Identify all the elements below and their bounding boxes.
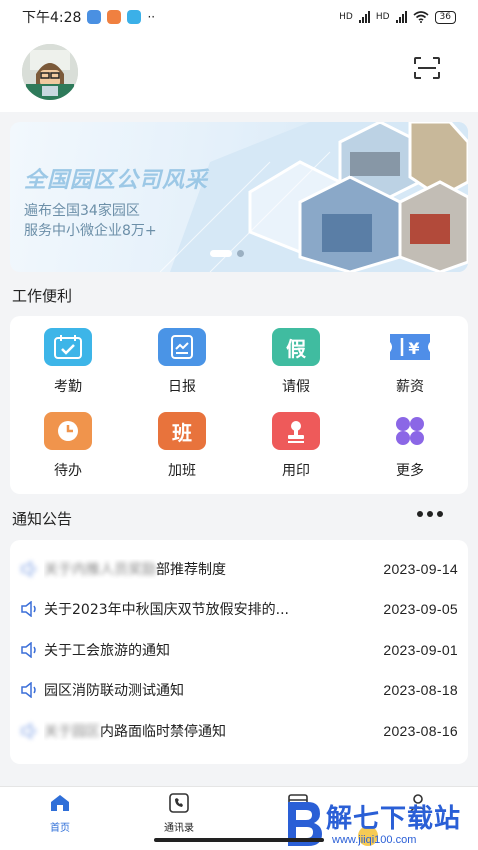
overtime-icon: 班 [158, 412, 206, 450]
network-label: HD [375, 12, 390, 22]
speaker-icon [21, 723, 36, 739]
notice-date: 2023-09-01 [383, 642, 458, 658]
notice-date: 2023-08-18 [383, 682, 458, 698]
grid-label: 用印 [282, 463, 310, 479]
grid-label: 日报 [168, 379, 196, 395]
grid-label: 更多 [396, 463, 424, 479]
nav-item-contacts[interactable]: 通讯录 [139, 793, 219, 834]
section-title-work: 工作便利 [12, 287, 73, 305]
notice-title: 关于内推人员奖励部推荐制度 [44, 559, 348, 579]
carousel-dot-active [210, 250, 232, 257]
notice-title: 园区消防联动测试通知 [44, 683, 184, 699]
banner-title: 全国园区公司风采 [24, 168, 209, 193]
app-notification-icon [107, 10, 122, 24]
grid-item-more[interactable]: 更多 [360, 412, 460, 492]
svg-text:¥: ¥ [408, 339, 419, 358]
notice-title: 关于工会旅游的通知 [44, 643, 170, 659]
notice-title: 关于2023年中秋国庆双节放假安排的... [44, 602, 289, 618]
grid-label: 考勤 [54, 379, 82, 395]
grid-item-stamp[interactable]: 用印 [246, 412, 346, 492]
notice-item[interactable]: 园区消防联动测试通知 2023-08-18 [10, 670, 468, 710]
header [0, 34, 478, 112]
signal-icon [358, 11, 370, 23]
carousel-dot [237, 250, 244, 257]
notice-title: 关于园区内路面临时禁停通知 [44, 721, 348, 741]
more-notifications-icon: ·· [147, 10, 156, 24]
grid-item-overtime[interactable]: 班 加班 [132, 412, 232, 492]
notice-date: 2023-09-14 [383, 561, 458, 577]
notice-title-hidden: 关于内推人员奖励 [44, 562, 156, 578]
clock-icon [44, 412, 92, 450]
carousel-indicator [210, 250, 244, 257]
notice-title-hidden: 关于园区 [44, 724, 100, 740]
notice-date: 2023-08-16 [383, 723, 458, 739]
notice-list: 关于内推人员奖励部推荐制度 2023-09-14 关于2023年中秋国庆双节放假… [10, 540, 468, 764]
grid-label: 薪资 [396, 379, 424, 395]
speaker-icon [21, 682, 36, 698]
banner-subtitle: 服务中小微企业8万+ [24, 223, 157, 239]
status-time: 下午4:28 [22, 10, 82, 26]
user-avatar[interactable] [22, 44, 78, 100]
grid-item-daily-report[interactable]: 日报 [132, 328, 232, 408]
notice-title-visible: 部推荐制度 [156, 562, 226, 578]
nav-label-home: 首页 [50, 823, 70, 834]
notice-item[interactable]: 关于园区内路面临时禁停通知 2023-08-16 [10, 711, 468, 751]
more-grid-icon [386, 412, 434, 450]
grid-label: 请假 [282, 379, 310, 395]
home-icon [51, 795, 69, 811]
signal-icon [395, 11, 407, 23]
speaker-icon [21, 561, 36, 577]
status-bar: 下午4:28 ·· HD HD 36 [0, 0, 478, 34]
watermark-url: www.jiiqi100.com [332, 834, 417, 846]
avatar-illustration-icon [22, 44, 78, 100]
banner-subtitle: 遍布全国34家园区 [24, 203, 140, 219]
home-indicator[interactable] [154, 838, 324, 842]
stamp-icon [272, 412, 320, 450]
network-label: HD [339, 12, 353, 22]
grid-label: 加班 [168, 463, 196, 479]
section-title-notices: 通知公告 [12, 510, 73, 528]
nav-label-contacts: 通讯录 [164, 823, 194, 834]
app-notification-icon [87, 10, 102, 24]
calendar-check-icon [44, 328, 92, 366]
grid-label: 待办 [54, 463, 82, 479]
salary-ticket-icon: ¥ [386, 328, 434, 366]
speaker-icon [21, 601, 36, 617]
contacts-phone-icon [169, 793, 189, 813]
battery-indicator: 36 [434, 10, 456, 24]
watermark-brand: 解七下载站 [326, 804, 462, 834]
leave-icon: 假 [272, 328, 320, 366]
grid-item-attendance[interactable]: 考勤 [18, 328, 118, 408]
work-grid: 考勤 日报 假 请假 ¥ 薪资 待办 班 加班 用印 更多 [10, 316, 468, 494]
status-right: HD HD 36 [339, 10, 456, 24]
nav-item-home[interactable]: 首页 [20, 793, 100, 834]
notice-item[interactable]: 关于工会旅游的通知 2023-09-01 [10, 630, 468, 670]
more-options-icon[interactable] [414, 508, 448, 520]
notice-date: 2023-09-05 [383, 601, 458, 617]
grid-item-todo[interactable]: 待办 [18, 412, 118, 492]
report-icon [158, 328, 206, 366]
status-left: 下午4:28 ·· [22, 7, 155, 27]
grid-item-salary[interactable]: ¥ 薪资 [360, 328, 460, 408]
notice-item[interactable]: 关于2023年中秋国庆双节放假安排的... 2023-09-05 [10, 589, 468, 629]
speaker-icon [21, 642, 36, 658]
notice-title-visible: 内路面临时禁停通知 [100, 724, 226, 740]
scan-icon[interactable] [413, 56, 441, 80]
app-notification-icon [127, 10, 142, 24]
notice-item[interactable]: 关于内推人员奖励部推荐制度 2023-09-14 [10, 549, 468, 589]
wifi-icon [413, 11, 429, 23]
grid-item-leave[interactable]: 假 请假 [246, 328, 346, 408]
